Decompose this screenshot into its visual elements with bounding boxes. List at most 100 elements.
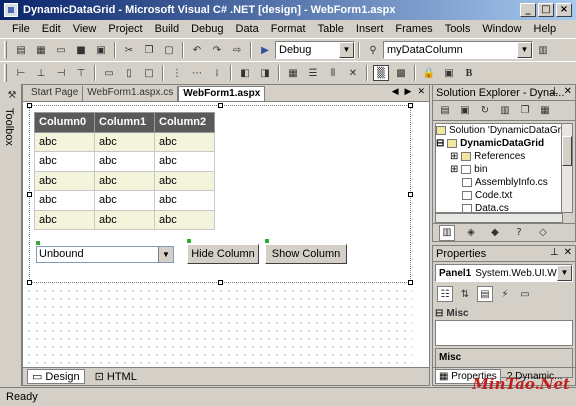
tab-start-page[interactable]: Start Page — [27, 86, 84, 101]
menu-help[interactable]: Help — [528, 23, 563, 35]
copy-project-icon[interactable]: ❐ — [517, 103, 533, 119]
resource-view-tab-icon[interactable]: ◆ — [487, 225, 503, 241]
close-icon[interactable]: ✕ — [564, 247, 572, 258]
bold-icon[interactable]: B — [461, 65, 477, 81]
tab-webform-aspx[interactable]: WebForm1.aspx — [178, 86, 266, 101]
pin-icon[interactable]: ⊥ — [550, 247, 559, 258]
object-selector[interactable]: Panel1 System.Web.UI.We ▼ — [435, 264, 573, 282]
menu-tools[interactable]: Tools — [439, 23, 477, 35]
resize-handle[interactable] — [27, 103, 32, 108]
tree-node-project[interactable]: ⊟ DynamicDataGrid — [436, 137, 562, 150]
property-pages-icon[interactable]: ▭ — [517, 286, 533, 302]
resize-handle[interactable] — [218, 280, 223, 285]
align-top-icon[interactable]: ⊤ — [73, 65, 89, 81]
chevron-down-icon[interactable]: ▼ — [517, 42, 532, 58]
panel1[interactable]: Column0 Column1 Column2 abc abc abc abc … — [27, 103, 413, 285]
tree-node-code-txt[interactable]: Code.txt — [436, 189, 562, 202]
align-right-icon[interactable]: ⊣ — [53, 65, 69, 81]
properties-icon[interactable]: ▤ — [477, 286, 493, 302]
make-same-height-icon[interactable]: ▯ — [121, 65, 137, 81]
open-icon[interactable]: ▭ — [53, 42, 69, 58]
add-item-icon[interactable]: ▦ — [33, 42, 49, 58]
property-grid[interactable] — [435, 320, 573, 346]
send-to-back-icon[interactable]: ◨ — [257, 65, 273, 81]
scroll-right-icon[interactable]: ▶ — [405, 87, 412, 97]
resize-handle[interactable] — [408, 192, 413, 197]
toolbox-label[interactable]: Toolbox — [3, 108, 15, 146]
column-dropdown[interactable]: Unbound ▼ — [36, 246, 174, 263]
scroll-left-icon[interactable]: ◀ — [392, 87, 399, 97]
resize-handle[interactable] — [27, 280, 32, 285]
minimize-button[interactable]: _ — [520, 3, 536, 17]
alphabetical-icon[interactable]: ⇅ — [457, 286, 473, 302]
tree-node-data-cs[interactable]: Data.cs — [436, 202, 562, 212]
tab-html[interactable]: ⊡ HTML — [91, 369, 141, 384]
solution-vertical-scrollbar[interactable] — [561, 123, 573, 213]
chevron-down-icon[interactable]: ▼ — [557, 265, 572, 281]
menu-format[interactable]: Format — [265, 23, 312, 35]
align-left-icon[interactable]: ⊢ — [13, 65, 29, 81]
tree-node-references[interactable]: ⊞ References — [436, 150, 562, 163]
hide-column-button[interactable]: Hide Column — [187, 244, 259, 264]
make-same-size-icon[interactable]: □ — [141, 65, 157, 81]
toolbox-strip[interactable]: ⚒ Toolbox — [0, 84, 22, 386]
class-view-tab-icon[interactable]: ◈ — [463, 225, 479, 241]
chevron-down-icon[interactable]: ▼ — [158, 247, 173, 262]
close-icon[interactable]: ✕ — [564, 86, 572, 97]
view-code-icon[interactable]: ▤ — [437, 103, 453, 119]
menu-data[interactable]: Data — [230, 23, 265, 35]
collapse-icon[interactable]: ⊟ — [435, 308, 443, 319]
menu-build[interactable]: Build — [149, 23, 185, 35]
copy-icon[interactable]: ❐ — [141, 42, 157, 58]
redo-icon[interactable]: ↷ — [209, 42, 225, 58]
refresh-icon[interactable]: ↻ — [477, 103, 493, 119]
data-grid[interactable]: Column0 Column1 Column2 abc abc abc abc … — [34, 112, 215, 230]
chevron-down-icon[interactable]: ▼ — [339, 42, 354, 58]
bring-to-front-icon[interactable]: ◧ — [237, 65, 253, 81]
menu-insert[interactable]: Insert — [350, 23, 390, 35]
spacing-icon[interactable]: ⋮ — [169, 65, 185, 81]
paste-icon[interactable]: ▢ — [161, 42, 177, 58]
insert-row-icon[interactable]: ☰ — [305, 65, 321, 81]
snap-to-grid-icon[interactable]: ▩ — [393, 65, 409, 81]
solution-explorer-icon[interactable]: ▥ — [535, 42, 551, 58]
toolbar-grip[interactable] — [4, 41, 7, 59]
resize-handle[interactable] — [218, 103, 223, 108]
table-icon[interactable]: ▦ — [285, 65, 301, 81]
toolbox-icon[interactable]: ⚒ — [4, 87, 20, 103]
pin-icon[interactable]: ⊥ — [550, 86, 559, 97]
resize-handle[interactable] — [27, 192, 32, 197]
close-button[interactable]: × — [556, 3, 572, 17]
menu-view[interactable]: View — [67, 23, 103, 35]
find-combo[interactable]: myDataColumn ▼ — [383, 41, 533, 59]
contents-tab-icon[interactable]: ? — [511, 225, 527, 241]
lock-icon[interactable]: 🔒 — [421, 65, 437, 81]
menu-frames[interactable]: Frames — [389, 23, 438, 35]
find-in-files-icon[interactable]: ⚲ — [365, 42, 381, 58]
show-all-files-icon[interactable]: ▥ — [497, 103, 513, 119]
categorized-icon[interactable]: ☷ — [437, 286, 453, 302]
cut-icon[interactable]: ✂ — [121, 42, 137, 58]
solution-horizontal-scrollbar[interactable] — [435, 213, 563, 223]
tree-node-solution[interactable]: Solution 'DynamicDataGrid' — [436, 124, 562, 137]
menu-table[interactable]: Table — [312, 23, 350, 35]
insert-column-icon[interactable]: ⫴ — [325, 65, 341, 81]
undo-icon[interactable]: ↶ — [189, 42, 205, 58]
align-center-icon[interactable]: ⊥ — [33, 65, 49, 81]
navigate-icon[interactable]: ⇨ — [229, 42, 245, 58]
scroll-thumb[interactable] — [562, 136, 572, 166]
resize-handle[interactable] — [408, 103, 413, 108]
center-horizontal-icon[interactable]: ⋯ — [189, 65, 205, 81]
close-doc-icon[interactable]: ✕ — [417, 87, 425, 97]
maximize-button[interactable]: □ — [538, 3, 554, 17]
menu-window[interactable]: Window — [476, 23, 527, 35]
properties-icon[interactable]: ▦ — [537, 103, 553, 119]
start-icon[interactable]: ▶ — [257, 42, 273, 58]
solution-config-combo[interactable]: Debug ▼ — [275, 41, 355, 59]
show-column-button[interactable]: Show Column — [265, 244, 347, 264]
tab-design[interactable]: ▭ Design — [27, 369, 85, 384]
tree-node-assemblyinfo[interactable]: AssemblyInfo.cs — [436, 176, 562, 189]
save-icon[interactable]: ■ — [73, 42, 89, 58]
resize-handle[interactable] — [408, 280, 413, 285]
solution-explorer-tab-icon[interactable]: ▥ — [439, 224, 455, 241]
